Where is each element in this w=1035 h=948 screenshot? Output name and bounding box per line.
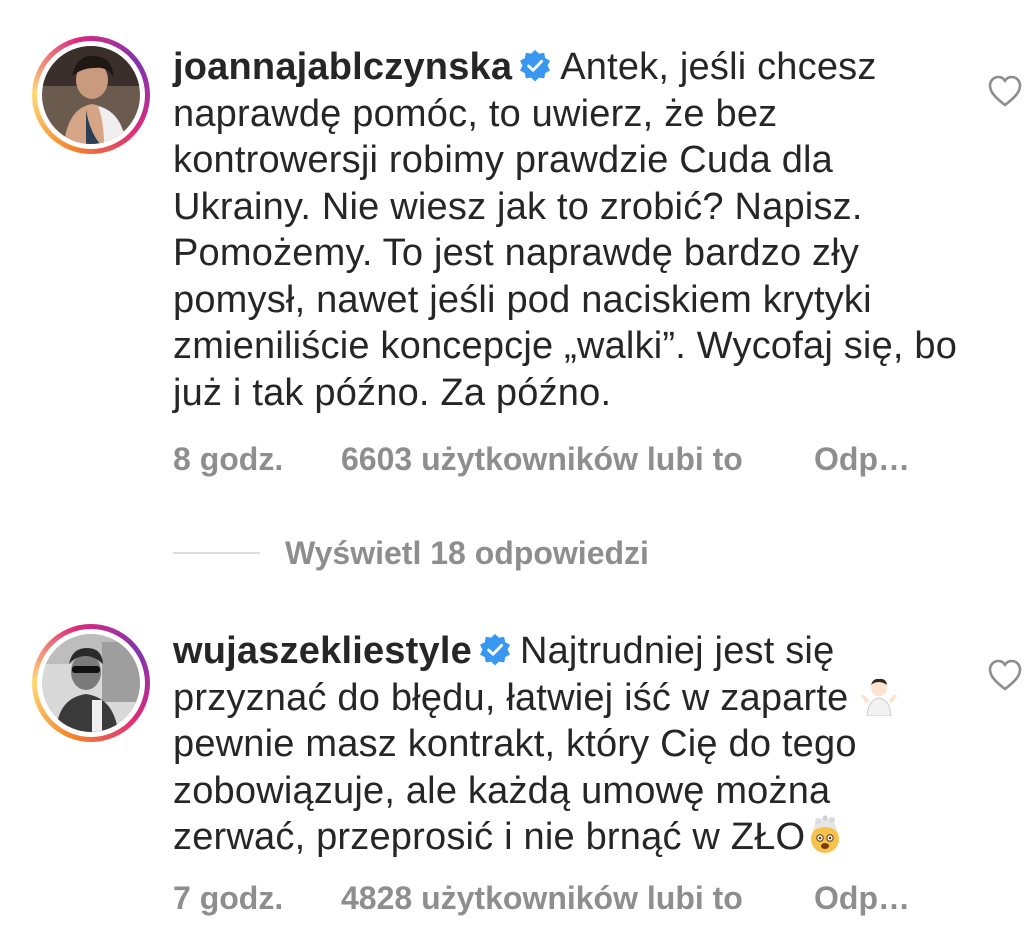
replies-divider-line [173, 552, 260, 554]
comment-text: Antek, jeśli chcesz naprawdę pomóc, to u… [173, 46, 958, 414]
reply-button[interactable]: Odp… [814, 880, 910, 917]
shrug-emoji-icon [861, 678, 898, 716]
heart-outline-icon[interactable] [987, 74, 1023, 108]
comment-text-block: joannajablczynska Antek, jeśli chcesz nap… [173, 44, 973, 416]
view-replies-label: Wyświetl 18 odpowiedzi [285, 534, 649, 571]
exploding-head-emoji-icon [811, 815, 840, 853]
comment-text-block: wujaszekliestyle Najtrudniej jest się prz… [173, 628, 973, 861]
avatar[interactable] [42, 46, 140, 144]
avatar[interactable] [42, 634, 140, 732]
username-link[interactable]: joannajablczynska [173, 46, 512, 88]
timestamp: 8 godz. [173, 441, 284, 477]
comment-text-part-2: pewnie masz kontrakt, który Cię do tego … [173, 723, 857, 858]
username-link[interactable]: wujaszekliestyle [173, 630, 472, 672]
verified-badge-icon [479, 633, 510, 666]
view-replies-button[interactable]: Wyświetl 18 odpowiedzi [173, 533, 649, 573]
reply-button[interactable]: Odp… [814, 441, 910, 478]
avatar-story-ring[interactable] [32, 36, 150, 154]
heart-outline-icon[interactable] [987, 658, 1023, 692]
likes-count-link[interactable]: 4828 użytkowników lubi to [341, 880, 743, 917]
timestamp: 7 godz. [173, 880, 284, 916]
verified-badge-icon [520, 49, 551, 82]
likes-count-link[interactable]: 6603 użytkowników lubi to [341, 441, 743, 478]
avatar-story-ring[interactable] [32, 624, 150, 742]
